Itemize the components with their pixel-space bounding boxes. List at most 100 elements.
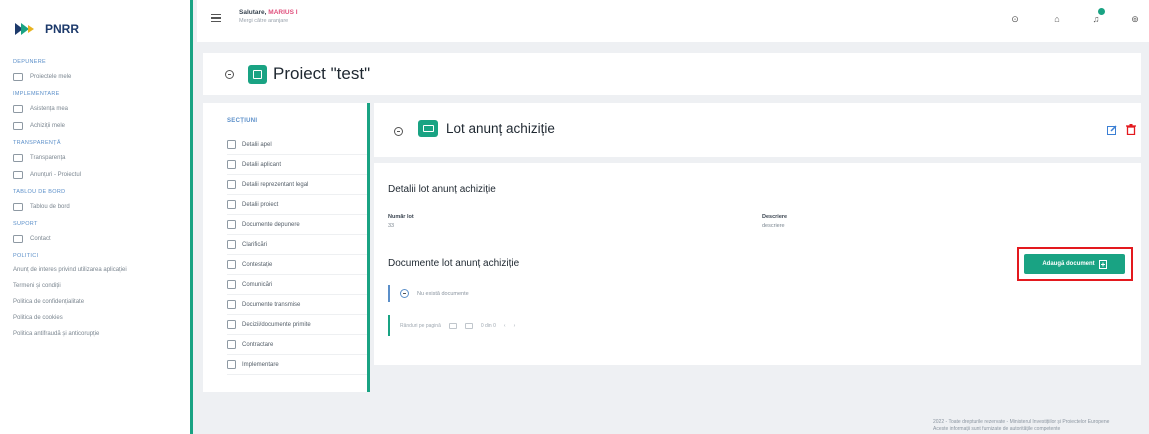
sidebar-item[interactable]: Transparența — [13, 149, 191, 166]
sidebar-section-title: DEPUNERE — [13, 59, 46, 65]
section-icon — [227, 260, 236, 269]
delete-icon[interactable] — [1126, 124, 1136, 135]
sidebar-item-label: Asistența mea — [30, 105, 69, 112]
mail-icon — [13, 234, 23, 243]
lot-number-value: 33 — [388, 223, 395, 229]
section-item[interactable]: Documente transmise — [227, 295, 367, 315]
section-icon — [227, 340, 236, 349]
section-icon — [227, 300, 236, 309]
sections-list: Detalii apel Detalii aplicant Detalii repr… — [227, 135, 367, 375]
collapse-icon[interactable] — [394, 127, 403, 136]
policy-link[interactable]: Politica de confidențialitate — [13, 294, 191, 310]
section-item-label: Detalii aplicant — [242, 161, 282, 168]
footer-line-2: Aceste informații sunt furnizate de auto… — [933, 426, 1061, 432]
section-item-label: Documente transmise — [242, 301, 301, 308]
chart-icon — [13, 202, 23, 211]
doc-icon — [13, 121, 23, 130]
menu-toggle-icon[interactable] — [211, 14, 221, 22]
section-icon — [227, 280, 236, 289]
policy-link[interactable]: Politica antifraudă și anticorupție — [13, 326, 191, 342]
user-name[interactable]: MARIUS I — [268, 9, 297, 16]
sidebar-item[interactable]: Achiziții mele — [13, 117, 191, 134]
policy-link[interactable]: Politica de cookies — [13, 310, 191, 326]
section-item[interactable]: Detalii reprezentant legal — [227, 175, 367, 195]
home-icon[interactable]: ⌂ — [1051, 13, 1063, 25]
prev-page-icon[interactable]: ‹ — [504, 323, 506, 329]
notification-badge — [1098, 8, 1105, 15]
sidebar-item[interactable]: Proiectele mele — [13, 68, 191, 85]
pagination: Rânduri pe pagină 0 din 0 ‹ › — [388, 315, 1088, 336]
card-icon — [13, 104, 23, 113]
section-item-label: Documente depunere — [242, 221, 300, 228]
page-range: 0 din 0 — [480, 322, 496, 329]
rows-per-page-select[interactable] — [448, 322, 457, 329]
section-item[interactable]: Implementare — [227, 355, 367, 375]
policy-link[interactable]: Termeni și condiții — [13, 278, 191, 294]
sidebar-item[interactable]: Contact — [13, 230, 191, 247]
section-item[interactable]: Contestație — [227, 255, 367, 275]
project-title: Proiect "test" — [273, 64, 371, 83]
section-item[interactable]: Detalii proiect — [227, 195, 367, 215]
lot-details-card: Detalii lot anunț achiziție Număr lot 33… — [374, 163, 1141, 365]
section-icon — [227, 140, 236, 149]
section-icon — [227, 320, 236, 329]
sidebar-item-label: Transparența — [30, 154, 66, 161]
section-item[interactable]: Documente depunere — [227, 215, 367, 235]
section-item[interactable]: Contractare — [227, 335, 367, 355]
notifications-icon[interactable]: ♫ — [1090, 8, 1105, 25]
sidebar-item[interactable]: Anunțuri - Proiectul — [13, 166, 191, 183]
next-page-icon[interactable]: › — [514, 323, 516, 329]
sidebar-section-title: IMPLEMENTARE — [13, 91, 60, 97]
sidebar-item[interactable]: Asistența mea — [13, 100, 191, 117]
lot-number-label: Număr lot — [388, 214, 414, 220]
sections-heading: SECȚIUNI — [227, 118, 258, 124]
section-item-label: Contractare — [242, 341, 274, 348]
section-item-label: Detalii proiect — [242, 201, 279, 208]
settings-icon[interactable]: ⊚ — [1129, 13, 1141, 25]
add-document-button[interactable]: Adaugă document — [1024, 254, 1125, 274]
policy-link[interactable]: Anunț de interes privind utilizarea apli… — [13, 262, 191, 278]
section-item[interactable]: Detalii aplicant — [227, 155, 367, 175]
description-value: descriere — [762, 223, 785, 229]
sidebar-item-label: Proiectele mele — [30, 73, 72, 80]
sidebar-item-label: Achiziții mele — [30, 122, 66, 129]
lot-header: Lot anunț achiziție — [374, 103, 1141, 157]
details-heading: Detalii lot anunț achiziție — [388, 184, 496, 195]
back-icon[interactable] — [225, 69, 234, 79]
brand-name: PNRR — [45, 22, 80, 36]
empty-state-alert: Nu există documente — [388, 285, 1088, 302]
section-item[interactable]: Detalii apel — [227, 135, 367, 155]
help-icon[interactable]: ⊙ — [1009, 13, 1021, 25]
folder-icon — [13, 72, 23, 81]
pnrr-logo[interactable]: PNRR — [15, 22, 79, 36]
greeting-prefix: Salutare, — [239, 9, 267, 16]
project-header: Proiect "test" — [203, 53, 1141, 95]
section-item-label: Detalii reprezentant legal — [242, 181, 309, 188]
edit-icon[interactable] — [1107, 125, 1117, 135]
add-document-label: Adaugă document — [1042, 261, 1095, 267]
section-icon — [227, 180, 236, 189]
sidebar-item[interactable]: Tablou de bord — [13, 198, 191, 215]
section-item-label: Implementare — [242, 361, 279, 368]
section-item[interactable]: Clarificări — [227, 235, 367, 255]
top-bar: Salutare, MARIUS I Mergi către aranjare … — [197, 0, 1149, 42]
section-item-label: Comunicări — [242, 281, 273, 288]
sections-panel: SECȚIUNI Detalii apel Detalii aplicant Det… — [203, 103, 370, 392]
section-item[interactable]: Decizii/documente primite — [227, 315, 367, 335]
section-icon — [227, 240, 236, 249]
section-icon — [227, 200, 236, 209]
sidebar-section-title: SUPORT — [13, 221, 38, 227]
section-icon — [227, 220, 236, 229]
lot-title: Lot anunț achiziție — [446, 121, 555, 136]
sidebar-item-label: Tablou de bord — [30, 203, 70, 210]
sidebar-nav: DEPUNERE Proiectele mele IMPLEMENTARE Asist… — [13, 53, 191, 342]
lot-icon — [418, 120, 438, 137]
section-item[interactable]: Comunicări — [227, 275, 367, 295]
sidebar-section-title: TABLOU DE BORD — [13, 189, 66, 195]
documents-heading: Documente lot anunț achiziție — [388, 258, 520, 269]
greeting-subline[interactable]: Mergi către aranjare — [239, 18, 288, 24]
section-item-label: Decizii/documente primite — [242, 321, 311, 328]
pnrr-logo-icon — [15, 23, 34, 35]
rows-per-page-dropdown-icon[interactable] — [464, 322, 473, 329]
empty-message: Nu există documente — [417, 290, 469, 297]
